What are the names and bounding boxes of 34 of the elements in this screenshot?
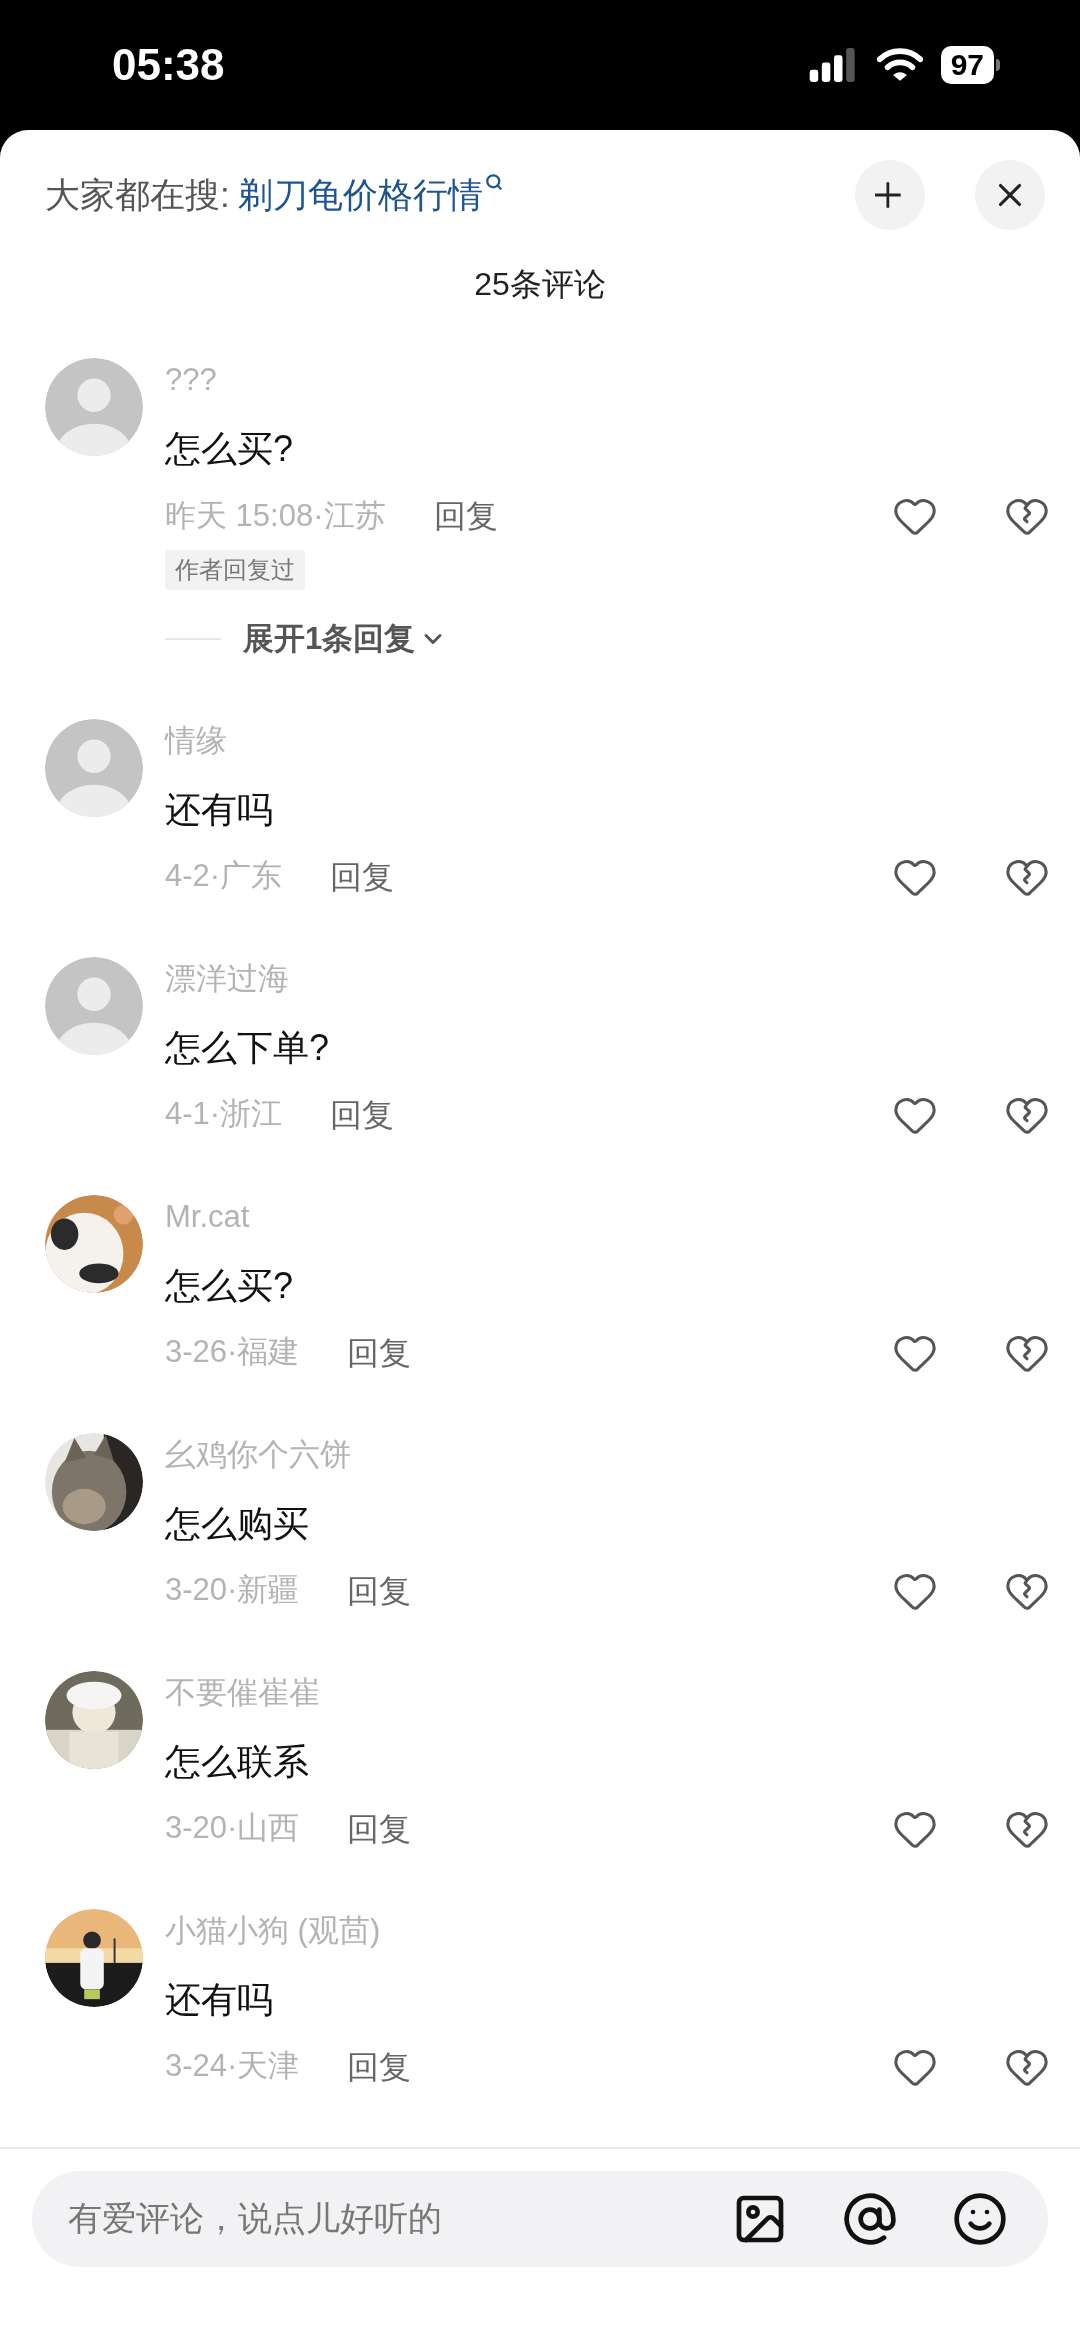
- expand-replies-button[interactable]: 展开1条回复: [243, 616, 448, 663]
- comment-meta: 3-26·福建: [165, 1333, 300, 1372]
- comment-meta: 3-20·山西: [165, 1809, 300, 1848]
- reply-link[interactable]: 回复: [347, 1804, 412, 1853]
- trending-search-label: 大家都在搜:: [45, 173, 230, 216]
- reply-link[interactable]: 回复: [347, 2042, 412, 2091]
- comment-input[interactable]: 有爱评论，说点儿好听的: [32, 2170, 1048, 2267]
- reply-link[interactable]: 回复: [330, 852, 395, 901]
- wifi-icon: [876, 48, 923, 82]
- status-time: 05:38: [112, 39, 225, 91]
- comment-count: 25条评论: [474, 265, 606, 304]
- search-icon: [484, 172, 503, 191]
- comment-text: 还有吗: [165, 1977, 273, 2022]
- reply-link[interactable]: 回复: [347, 1328, 412, 1377]
- comment-text: 怎么联系: [165, 1739, 309, 1784]
- trending-search-link[interactable]: 剃刀龟价格行情: [237, 168, 503, 222]
- comment-input-text[interactable]: 有爱评论，说点儿好听的: [68, 2193, 732, 2244]
- battery-level: 97: [940, 46, 994, 84]
- comment-text: 怎么买?: [165, 1263, 294, 1308]
- comment-meta: 4-2·广东: [165, 857, 283, 896]
- comment-meta: 3-20·新疆: [165, 1571, 300, 1610]
- mention-icon[interactable]: [842, 2190, 898, 2247]
- reply-link[interactable]: 回复: [330, 1090, 395, 1139]
- emoji-icon[interactable]: [952, 2190, 1008, 2247]
- reply-link[interactable]: 回复: [347, 1566, 412, 1615]
- comment-meta: 昨天 15:08·江苏: [165, 496, 386, 535]
- comment-meta: 3-24·天津: [165, 2047, 300, 2086]
- comment-text: 还有吗: [165, 787, 273, 832]
- reply-link[interactable]: 回复: [433, 492, 498, 540]
- comment-text: 怎么买?: [165, 427, 294, 471]
- comment-meta: 4-1·浙江: [165, 1095, 283, 1134]
- author-replied-tag: 作者回复过: [165, 550, 305, 590]
- comment-text: 怎么购买: [165, 1501, 309, 1546]
- comment-text: 怎么下单?: [165, 1025, 330, 1070]
